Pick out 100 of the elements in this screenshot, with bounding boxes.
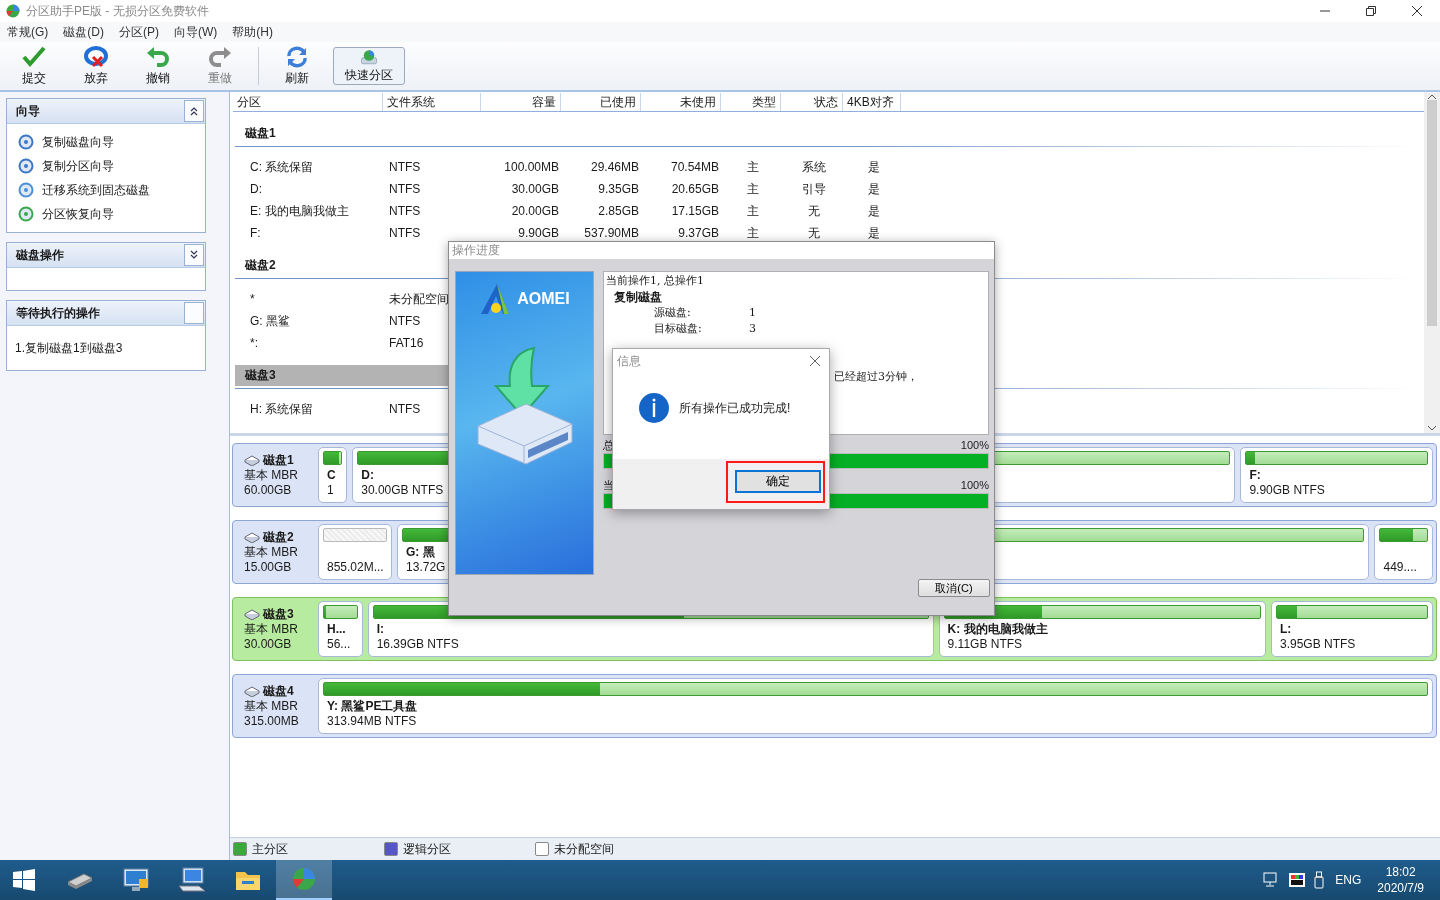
disk-name: 磁盘2 bbox=[263, 529, 294, 545]
toolbar-button[interactable]: 快速分区 bbox=[333, 47, 405, 85]
partition-label: Y: 黑鲨PE工具盘 bbox=[327, 699, 418, 714]
ok-button[interactable]: 确定 bbox=[735, 470, 821, 493]
table-cell-text: 无 bbox=[807, 224, 821, 242]
table-cell-text: 未分配空间 bbox=[388, 290, 450, 308]
partition-label: F: bbox=[1249, 468, 1261, 483]
wizard-link[interactable]: 复制磁盘向导 bbox=[42, 133, 114, 151]
legend-label: 未分配空间 bbox=[554, 840, 614, 858]
partition-size: 30.00GB NTFS bbox=[361, 483, 444, 498]
column-header[interactable]: 容量 bbox=[481, 93, 561, 111]
table-cell-text: 100.00MB bbox=[503, 160, 560, 174]
partition-label: C bbox=[327, 468, 336, 483]
partition-size: 16.39GB NTFS bbox=[376, 637, 459, 652]
disk-card[interactable]: 磁盘4 基本 MBR 315.00MB Y: 黑鲨PE工具盘 313.94MB NTFS bbox=[232, 674, 1437, 738]
menu-item[interactable]: 分区(P) bbox=[113, 23, 168, 41]
disk-type: 基本 MBR bbox=[244, 698, 299, 714]
disk-group-header[interactable]: 磁盘1 bbox=[235, 123, 286, 144]
partition-label: G: 黑 bbox=[406, 545, 435, 560]
progress-label: 当 bbox=[603, 477, 614, 493]
partition-block[interactable]: Y: 黑鲨PE工具盘 313.94MB NTFS bbox=[318, 678, 1433, 734]
panel-title: 磁盘操作 bbox=[16, 246, 64, 264]
column-header[interactable]: 状态 bbox=[781, 93, 843, 111]
table-cell-text: F: bbox=[249, 226, 262, 240]
table-cell-text: 是 bbox=[867, 158, 881, 176]
log-heading: 复制磁盘 bbox=[614, 289, 662, 305]
toolbar-button[interactable]: 放弃 bbox=[65, 44, 127, 88]
cancel-button[interactable]: 取消(C) bbox=[918, 579, 990, 597]
partition-size: 3.95GB NTFS bbox=[1280, 637, 1356, 652]
log-value: 3 bbox=[749, 321, 756, 337]
table-cell-text: 17.15GB bbox=[670, 204, 720, 218]
table-cell-text: *: bbox=[249, 336, 259, 350]
table-cell-text: 是 bbox=[867, 202, 881, 220]
table-cell-text: 是 bbox=[867, 180, 881, 198]
partition-size: 449.... bbox=[1383, 560, 1417, 575]
menu-item[interactable]: 向导(W) bbox=[168, 23, 227, 41]
table-cell-text: 20.00GB bbox=[510, 204, 560, 218]
column-header[interactable]: 分区 bbox=[233, 93, 383, 111]
table-cell-text: NTFS bbox=[388, 226, 422, 240]
column-header[interactable]: 4KB对齐 bbox=[843, 93, 901, 111]
disk-size: 30.00GB bbox=[244, 636, 293, 652]
partition-label: H... bbox=[327, 622, 346, 637]
table-cell-text: G: 黑鲨 bbox=[249, 312, 291, 330]
table-cell-text: 29.46MB bbox=[589, 160, 640, 174]
partition-size: 9.11GB NTFS bbox=[947, 637, 1023, 652]
panel-title: 向导 bbox=[16, 102, 40, 120]
partition-block[interactable]: 855.02M... bbox=[318, 524, 393, 580]
language-indicator[interactable]: ENG bbox=[1325, 873, 1372, 887]
table-cell-text: NTFS bbox=[388, 204, 422, 218]
toolbar-button[interactable]: 提交 bbox=[3, 44, 65, 88]
progress-reading: 100% bbox=[960, 439, 989, 451]
disk-group-header[interactable]: 磁盘2 bbox=[235, 255, 286, 276]
dialog-title: 信息 bbox=[617, 352, 641, 370]
table-cell-text: 系统 bbox=[801, 158, 827, 176]
wizard-link[interactable]: 迁移系统到固态磁盘 bbox=[42, 181, 150, 199]
partition-block[interactable]: 449.... bbox=[1374, 524, 1433, 580]
table-cell-text: H: 系统保留 bbox=[249, 400, 315, 418]
menu-item[interactable]: 帮助(H) bbox=[226, 23, 282, 41]
table-cell-text: 9.35GB bbox=[597, 182, 640, 196]
column-header[interactable]: 已使用 bbox=[561, 93, 641, 111]
disk-size: 60.00GB bbox=[244, 482, 293, 498]
table-cell-text: E: 我的电脑我做主 bbox=[249, 202, 350, 220]
table-cell-text: 是 bbox=[867, 224, 881, 242]
partition-block[interactable]: K: 我的电脑我做主 9.11GB NTFS bbox=[938, 601, 1266, 657]
clock[interactable]: 18:02 2020/7/9 bbox=[1371, 864, 1440, 896]
table-cell-text: FAT16 bbox=[388, 336, 425, 350]
partition-block[interactable]: C 1 bbox=[318, 447, 348, 503]
log-label: 源磁盘: bbox=[654, 305, 692, 321]
menu-item[interactable]: 磁盘(D) bbox=[57, 23, 113, 41]
toolbar-button[interactable]: 撤销 bbox=[127, 44, 189, 88]
partition-block[interactable]: F: 9.90GB NTFS bbox=[1240, 447, 1433, 503]
column-header[interactable]: 类型 bbox=[721, 93, 781, 111]
table-cell-text: 537.90MB bbox=[583, 226, 640, 240]
menu-item[interactable]: 常规(G) bbox=[1, 23, 58, 41]
table-cell-text: 9.90GB bbox=[517, 226, 560, 240]
wizard-link[interactable]: 分区恢复向导 bbox=[42, 205, 114, 223]
table-cell-text: 主 bbox=[746, 180, 760, 198]
table-cell-text: 主 bbox=[746, 224, 760, 242]
disk-type: 基本 MBR bbox=[244, 467, 299, 483]
table-cell-text: 20.65GB bbox=[670, 182, 720, 196]
column-header[interactable]: 文件系统 bbox=[383, 93, 481, 111]
table-cell-text: NTFS bbox=[388, 160, 422, 174]
partition-size: 13.72G bbox=[406, 560, 446, 575]
wizard-link[interactable]: 复制分区向导 bbox=[42, 157, 114, 175]
partition-label: I: bbox=[376, 622, 384, 637]
partition-size: 9.90GB NTFS bbox=[1249, 483, 1325, 498]
disk-name: 磁盘1 bbox=[263, 452, 294, 468]
toolbar-button[interactable]: 刷新 bbox=[266, 44, 328, 88]
disk-type: 基本 MBR bbox=[244, 621, 299, 637]
partition-block[interactable]: L: 3.95GB NTFS bbox=[1271, 601, 1433, 657]
disk-name: 磁盘3 bbox=[263, 606, 294, 622]
dialog-message: 所有操作已成功完成! bbox=[679, 399, 791, 417]
partition-label: K: 我的电脑我做主 bbox=[947, 622, 1048, 637]
column-header[interactable]: 未使用 bbox=[641, 93, 721, 111]
disk-name: 磁盘4 bbox=[263, 683, 294, 699]
progress-label: 总 bbox=[603, 437, 614, 453]
partition-size: 56... bbox=[327, 637, 351, 652]
partition-block[interactable]: H... 56... bbox=[318, 601, 363, 657]
table-cell-text: 主 bbox=[746, 202, 760, 220]
legend-label: 主分区 bbox=[252, 840, 288, 858]
